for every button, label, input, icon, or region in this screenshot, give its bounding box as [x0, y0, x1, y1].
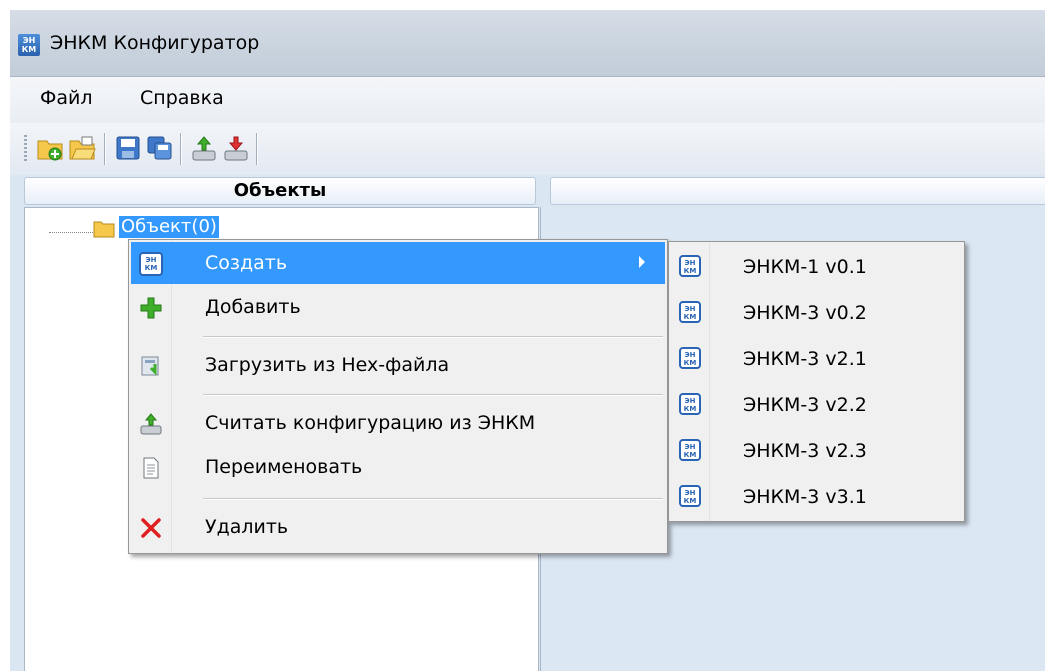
load-hex-icon	[141, 356, 159, 376]
context-item-create[interactable]: ЭН КМ Создать	[131, 242, 665, 284]
context-item-add[interactable]: Добавить	[131, 286, 665, 328]
objects-panel-header: Объекты	[24, 177, 536, 205]
submenu-item-enkm3-v23[interactable]: ЭН КМ ЭНКМ-3 v2.3	[671, 428, 961, 474]
panel-headers: Объекты	[10, 175, 1045, 207]
menu-bar: Файл Справка	[10, 77, 1045, 123]
window-title: ЭНКМ Конфигуратор	[50, 32, 260, 54]
context-item-delete[interactable]: Удалить	[131, 506, 665, 548]
delete-x-icon	[141, 518, 161, 538]
submenu-item-label: ЭНКМ-3 v0.2	[743, 302, 867, 324]
submenu-item-enkm3-v21[interactable]: ЭН КМ ЭНКМ-3 v2.1	[671, 336, 961, 382]
context-item-label: Создать	[205, 252, 288, 274]
tree-node-root[interactable]: Объект(0)	[119, 216, 219, 238]
enkm-icon: ЭН КМ	[679, 485, 701, 507]
submenu-item-label: ЭНКМ-3 v3.1	[743, 486, 867, 508]
enkm-icon: ЭН КМ	[679, 393, 701, 415]
download-device-icon[interactable]	[222, 133, 250, 163]
context-item-label: Загрузить из Hex-файла	[205, 354, 450, 376]
upload-device-icon[interactable]	[190, 133, 218, 163]
open-folder-icon[interactable]	[68, 133, 96, 163]
toolbar-grip[interactable]	[24, 135, 27, 163]
menu-help[interactable]: Справка	[140, 87, 224, 109]
context-item-label: Удалить	[205, 516, 289, 538]
submenu-arrow-icon	[639, 256, 645, 268]
save-as-icon[interactable]	[146, 133, 174, 163]
submenu-item-label: ЭНКМ-3 v2.1	[743, 348, 867, 370]
tree-connector	[49, 232, 93, 233]
submenu-item-label: ЭНКМ-1 v0.1	[743, 256, 867, 278]
menu-file[interactable]: Файл	[40, 87, 93, 109]
context-item-read-config[interactable]: Считать конфигурацию из ЭНКМ	[131, 402, 665, 444]
menu-separator	[203, 336, 663, 338]
folder-icon	[93, 221, 115, 238]
submenu-item-enkm3-v31[interactable]: ЭН КМ ЭНКМ-3 v3.1	[671, 474, 961, 520]
enkm-icon: ЭН КМ	[679, 301, 701, 323]
title-bar[interactable]: ЭН КМ ЭНКМ Конфигуратор	[10, 10, 1045, 77]
submenu-item-label: ЭНКМ-3 v2.3	[743, 440, 867, 462]
context-menu: ЭН КМ Создать Добавить Загрузить из Hex-ф…	[128, 239, 668, 554]
toolbar	[10, 123, 1045, 175]
enkm-icon: ЭН КМ	[679, 347, 701, 369]
context-item-label: Переименовать	[205, 456, 363, 478]
save-icon[interactable]	[114, 133, 142, 163]
document-icon	[143, 457, 159, 479]
toolbar-separator	[104, 133, 106, 165]
toolbar-separator	[256, 133, 258, 165]
menu-separator	[203, 498, 663, 500]
context-item-label: Добавить	[205, 296, 301, 318]
context-item-label: Считать конфигурацию из ЭНКМ	[205, 412, 536, 434]
submenu-item-enkm3-v22[interactable]: ЭН КМ ЭНКМ-3 v2.2	[671, 382, 961, 428]
properties-panel-header	[550, 177, 1045, 205]
enkm-icon: ЭН КМ	[139, 252, 163, 276]
context-item-load-hex[interactable]: Загрузить из Hex-файла	[131, 344, 665, 386]
context-item-rename[interactable]: Переименовать	[131, 446, 665, 488]
submenu-item-enkm1-v01[interactable]: ЭН КМ ЭНКМ-1 v0.1	[671, 244, 961, 290]
new-folder-icon[interactable]	[36, 133, 64, 163]
toolbar-separator	[180, 133, 182, 165]
app-logo-icon: ЭН КМ	[18, 34, 40, 56]
submenu-item-enkm3-v02[interactable]: ЭН КМ ЭНКМ-3 v0.2	[671, 290, 961, 336]
plus-icon	[140, 297, 162, 319]
enkm-icon: ЭН КМ	[679, 439, 701, 461]
enkm-icon: ЭН КМ	[679, 255, 701, 277]
read-config-icon	[140, 413, 162, 435]
submenu-item-label: ЭНКМ-3 v2.2	[743, 394, 867, 416]
create-submenu: ЭН КМ ЭНКМ-1 v0.1 ЭН КМ ЭНКМ-3 v0.2 ЭН КМ Э…	[668, 241, 965, 522]
menu-separator	[203, 394, 663, 396]
